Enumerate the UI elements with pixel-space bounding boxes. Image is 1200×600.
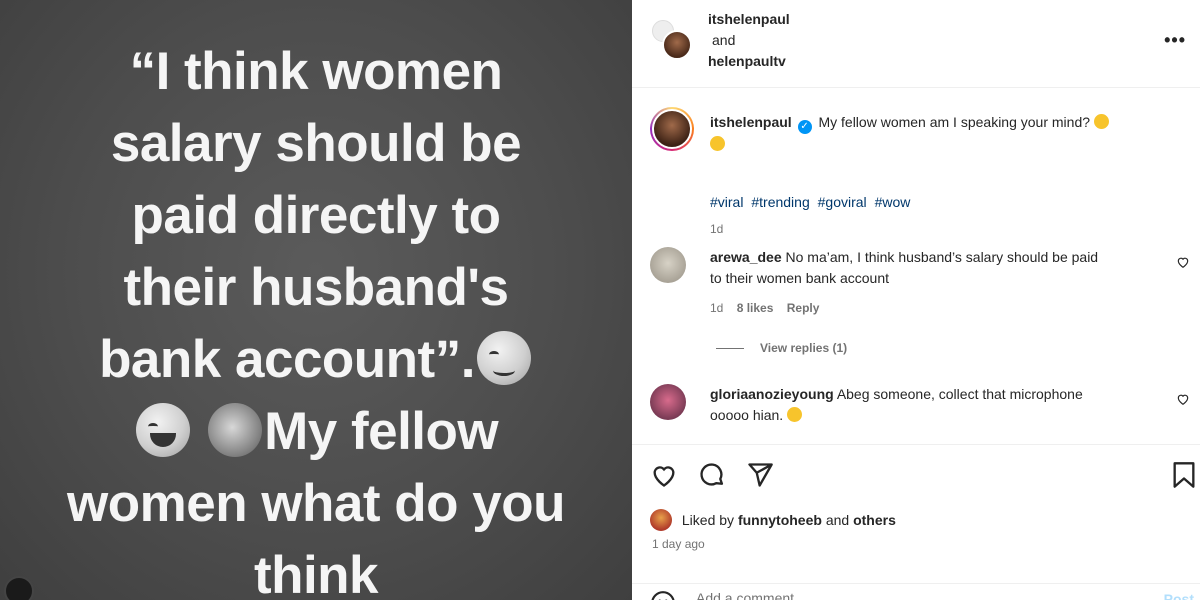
username-link[interactable]: arewa_dee <box>710 249 782 265</box>
caption-message: My fellow women am I speaking your mind? <box>818 114 1091 130</box>
post-button[interactable]: Post <box>1164 591 1194 600</box>
hashtag-link[interactable]: #goviral <box>818 194 867 210</box>
view-replies-button[interactable]: View replies (1) <box>716 341 847 355</box>
caption-timestamp[interactable]: 1d <box>710 222 723 236</box>
more-horizontal-icon[interactable]: ••• <box>1164 30 1186 51</box>
username-link[interactable]: helenpaultv <box>708 51 790 72</box>
heart-icon[interactable] <box>1176 255 1190 269</box>
quote-line: salary should be <box>110 114 522 173</box>
send-icon[interactable] <box>746 461 774 489</box>
grinning-face-emoji-icon <box>135 403 190 457</box>
post-side-panel: itshelenpaul and helenpaultv ••• itshele… <box>632 0 1200 600</box>
avatar[interactable] <box>650 509 672 531</box>
username-link[interactable]: funnytoheeb <box>738 512 822 528</box>
caption-text: itshelenpaul ✓ My fellow women am I spea… <box>710 112 1180 154</box>
verified-badge-icon: ✓ <box>797 120 812 134</box>
heart-icon[interactable] <box>650 461 678 489</box>
comment-meta: 1d 8 likes Reply <box>710 301 829 315</box>
hashtag-link[interactable]: #wow <box>875 194 911 210</box>
bookmark-icon[interactable] <box>1170 461 1198 489</box>
username-link[interactable]: itshelenpaul <box>710 114 792 130</box>
comment-icon[interactable] <box>698 461 726 489</box>
smiley-icon[interactable] <box>650 590 676 600</box>
add-comment-bar: Post <box>632 583 1200 600</box>
hashtag-link[interactable]: #trending <box>751 194 809 210</box>
and-label: and <box>712 32 736 48</box>
liked-by-prefix: Liked by <box>681 512 735 528</box>
collab-avatars[interactable] <box>652 20 692 60</box>
comment-input[interactable] <box>696 590 1116 600</box>
woman-facepalming-emoji-icon <box>208 403 263 457</box>
reply-button[interactable]: Reply <box>787 301 820 315</box>
rolling-laughing-emoji-icon <box>1093 114 1109 129</box>
tagged-users-icon[interactable] <box>4 576 34 600</box>
quote-line: think <box>253 546 379 600</box>
rolling-laughing-emoji-icon <box>710 136 725 151</box>
quote-line-text: bank account”. <box>99 330 475 389</box>
post-image[interactable]: “I think women salary should be paid dir… <box>0 0 632 600</box>
quote-line-text: My fellow <box>264 402 499 461</box>
post-header: itshelenpaul and helenpaultv ••• <box>632 0 1200 88</box>
and-label: and <box>825 512 850 528</box>
post-timestamp[interactable]: 1 day ago <box>652 537 705 551</box>
quote-line: their husband's <box>123 258 509 317</box>
quote-line: bank account”. <box>14 324 618 396</box>
heart-icon[interactable] <box>1176 392 1190 406</box>
relieved-face-emoji-icon <box>476 331 531 385</box>
avatar[interactable] <box>650 247 686 283</box>
username-link[interactable]: itshelenpaul <box>708 9 790 30</box>
quote-line: “I think women <box>129 42 503 101</box>
comment-time[interactable]: 1d <box>710 301 723 315</box>
avatar[interactable] <box>662 30 692 60</box>
hashtags: #viral #trending #goviral #wow <box>710 194 914 210</box>
post-actions: Liked by funnytoheeb and others 1 day ag… <box>632 444 1200 600</box>
quote-line: paid directly to <box>131 186 501 245</box>
comment-text: gloriaanozieyoung Abeg someone, collect … <box>710 384 1170 426</box>
laughing-emoji-icon <box>787 407 803 422</box>
comment-text: arewa_dee No ma’am, I think husband’s sa… <box>710 247 1170 289</box>
username-link[interactable]: gloriaanozieyoung <box>710 386 834 402</box>
comment-message: to their women bank account <box>710 270 889 286</box>
comment-likes[interactable]: 8 likes <box>737 301 774 315</box>
likes-others-link[interactable]: others <box>853 512 896 528</box>
liked-by: Liked by funnytoheeb and others <box>650 509 896 531</box>
collab-usernames: itshelenpaul and helenpaultv <box>708 9 790 72</box>
comment-message: Abeg someone, collect that microphone <box>836 386 1083 402</box>
comment-message: ooooo hian. <box>710 407 784 423</box>
avatar[interactable] <box>650 384 686 420</box>
comments-section[interactable]: itshelenpaul ✓ My fellow women am I spea… <box>632 89 1200 444</box>
comment-message: No ma’am, I think husband’s salary shoul… <box>785 249 1099 265</box>
hashtag-link[interactable]: #viral <box>710 194 743 210</box>
image-quote-text: “I think women salary should be paid dir… <box>14 36 618 600</box>
avatar[interactable] <box>650 107 694 151</box>
quote-line: women what do you <box>67 474 565 533</box>
quote-line: My fellow <box>14 396 618 468</box>
